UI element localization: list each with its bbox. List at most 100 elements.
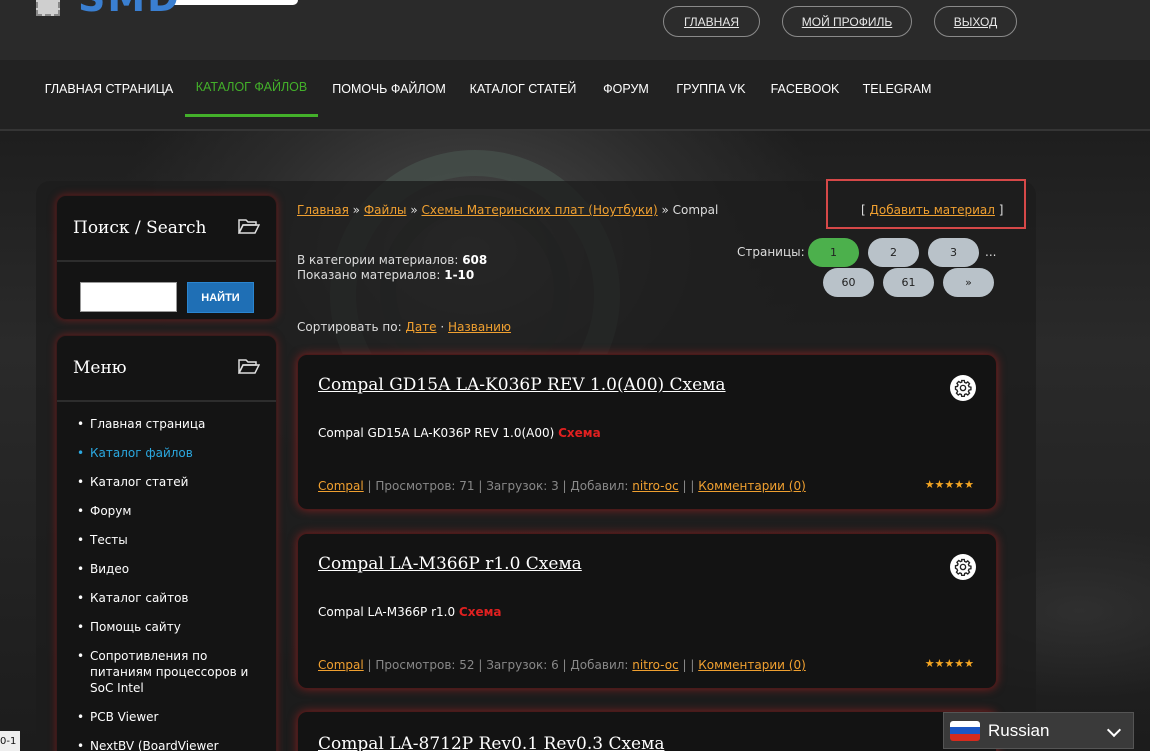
nav-item-articles[interactable]: КАТАЛОГ СТАТЕЙ bbox=[462, 60, 584, 117]
entry-category-link[interactable]: Compal bbox=[318, 479, 364, 493]
entry-comments-link[interactable]: Комментарии (0) bbox=[698, 658, 806, 672]
breadcrumb-separator: » bbox=[410, 203, 418, 217]
sort-label: Сортировать по: bbox=[297, 320, 402, 334]
profile-button[interactable]: МОЙ ПРОФИЛЬ bbox=[782, 6, 912, 37]
add-material: [ Добавить материал ] bbox=[861, 203, 1003, 217]
search-button[interactable]: НАЙТИ bbox=[187, 282, 254, 313]
logo-text: SMD bbox=[78, 0, 181, 20]
file-entry: Compal LA-8712P Rev0.1 Rev0.3 Схема bbox=[297, 711, 997, 751]
menu-item-forum[interactable]: Форум bbox=[77, 503, 262, 519]
entry-description: Compal LA-M366P r1.0 Схема bbox=[318, 605, 502, 619]
entry-meta: Compal | Просмотров: 52 | Загрузок: 6 | … bbox=[318, 658, 806, 672]
chevron-down-icon bbox=[1106, 722, 1122, 738]
breadcrumb-separator: » bbox=[661, 203, 669, 217]
page-60-button[interactable]: 60 bbox=[823, 268, 874, 297]
flag-stripe-blue bbox=[950, 727, 980, 734]
menu-item-articles[interactable]: Каталог статей bbox=[77, 474, 262, 490]
entry-category-link[interactable]: Compal bbox=[318, 658, 364, 672]
entry-title[interactable]: Compal LA-8712P Rev0.1 Rev0.3 Схема bbox=[318, 734, 664, 751]
pager-ellipsis: ... bbox=[985, 245, 997, 259]
chip-icon bbox=[36, 0, 60, 16]
flag-stripe-white bbox=[950, 720, 980, 728]
search-block: Поиск / Search НАЙТИ bbox=[56, 195, 277, 320]
menu-item-files[interactable]: Каталог файлов bbox=[77, 445, 262, 461]
rating-stars: ★★★★★ bbox=[924, 478, 974, 491]
entry-desc-text: Compal GD15A LA-K036P REV 1.0(A00) bbox=[318, 426, 555, 440]
entry-added-label: Добавил: bbox=[570, 658, 629, 672]
category-count: 608 bbox=[462, 253, 488, 267]
category-stats: В категории материалов: 608 Показано мат… bbox=[297, 253, 487, 283]
entry-meta: Compal | Просмотров: 71 | Загрузок: 3 | … bbox=[318, 479, 806, 493]
page-3-button[interactable]: 3 bbox=[928, 238, 979, 267]
entry-added-label: Добавил: bbox=[570, 479, 629, 493]
rating-stars: ★★★★★ bbox=[924, 657, 974, 670]
breadcrumb-current: Compal bbox=[672, 203, 719, 217]
sort-by-date[interactable]: Дате bbox=[405, 320, 436, 334]
menu-item-video[interactable]: Видео bbox=[77, 561, 262, 577]
entry-comments-link[interactable]: Комментарии (0) bbox=[698, 479, 806, 493]
menu-item-help-site[interactable]: Помощь сайту bbox=[77, 619, 262, 635]
search-input[interactable] bbox=[80, 282, 177, 312]
sort-options: Сортировать по: Дате · Названию bbox=[297, 320, 511, 334]
search-block-title: Поиск / Search bbox=[73, 218, 207, 238]
entry-desc-tag: Схема bbox=[558, 426, 601, 440]
menu-item-sites[interactable]: Каталог сайтов bbox=[77, 590, 262, 606]
nav-item-files[interactable]: КАТАЛОГ ФАЙЛОВ bbox=[185, 60, 318, 117]
site-logo[interactable]: SMD bbox=[36, 0, 179, 28]
breadcrumb-category[interactable]: Схемы Материнских плат (Ноутбуки) bbox=[421, 203, 657, 217]
pager-label: Страницы: bbox=[737, 245, 805, 259]
entry-desc-text: Compal LA-M366P r1.0 bbox=[318, 605, 456, 619]
entry-title[interactable]: Compal GD15A LA-K036P REV 1.0(A00) Схема bbox=[318, 375, 726, 395]
language-label: Russian bbox=[988, 720, 1050, 740]
entry-author-link[interactable]: nitro-oc bbox=[632, 479, 678, 493]
entry-downloads: Загрузок: 3 bbox=[486, 479, 559, 493]
add-material-link[interactable]: Добавить материал bbox=[870, 203, 995, 217]
corner-badge: 0-1 bbox=[0, 731, 20, 751]
gear-icon[interactable] bbox=[950, 554, 976, 580]
breadcrumb-separator: » bbox=[352, 203, 361, 217]
bracket-close: ] bbox=[998, 203, 1004, 217]
entry-desc-tag: Схема bbox=[458, 605, 502, 619]
breadcrumb-files[interactable]: Файлы bbox=[364, 203, 407, 217]
breadcrumb-home[interactable]: Главная bbox=[297, 203, 349, 217]
shown-range: 1-10 bbox=[444, 268, 475, 282]
menu-item-nextbv[interactable]: NextBV (BoardViewer bbox=[77, 738, 262, 751]
entry-title[interactable]: Compal LA-M366P r1.0 Схема bbox=[318, 554, 582, 574]
file-entry: Compal GD15A LA-K036P REV 1.0(A00) Схема… bbox=[297, 354, 997, 510]
nav-item-home[interactable]: ГЛАВНАЯ СТРАНИЦА bbox=[40, 60, 178, 117]
address-bar-fragment bbox=[170, 0, 298, 5]
sort-separator: · bbox=[440, 320, 445, 334]
language-selector[interactable]: Russian bbox=[943, 712, 1134, 749]
page-1-button[interactable]: 1 bbox=[808, 238, 859, 267]
page-next-button[interactable]: » bbox=[943, 268, 994, 297]
menu-item-pcb-viewer[interactable]: PCB Viewer bbox=[77, 709, 262, 725]
entry-downloads: Загрузок: 6 bbox=[486, 658, 559, 672]
nav-item-telegram[interactable]: TELEGRAM bbox=[858, 60, 936, 117]
logout-button[interactable]: ВЫХОД bbox=[934, 6, 1017, 37]
russia-flag-icon bbox=[950, 720, 980, 741]
nav-item-forum[interactable]: ФОРУМ bbox=[596, 60, 656, 117]
flag-stripe-red bbox=[950, 733, 980, 741]
menu-list: Главная страница Каталог файлов Каталог … bbox=[77, 416, 262, 751]
nav-item-facebook[interactable]: FACEBOOK bbox=[766, 60, 844, 117]
menu-item-home[interactable]: Главная страница bbox=[77, 416, 262, 432]
bracket-open: [ bbox=[861, 203, 866, 217]
menu-item-tests[interactable]: Тесты bbox=[77, 532, 262, 548]
entry-views: Просмотров: 52 bbox=[375, 658, 475, 672]
folder-open-icon bbox=[238, 359, 260, 374]
menu-block-title: Меню bbox=[73, 358, 127, 378]
page-61-button[interactable]: 61 bbox=[883, 268, 934, 297]
sort-by-name[interactable]: Названию bbox=[448, 320, 511, 334]
nav-item-help-file[interactable]: ПОМОЧЬ ФАЙЛОМ bbox=[328, 60, 450, 117]
top-bar: SMD ГЛАВНАЯ МОЙ ПРОФИЛЬ ВЫХОД bbox=[0, 0, 1150, 60]
entry-description: Compal GD15A LA-K036P REV 1.0(A00) Схема bbox=[318, 426, 601, 440]
entry-author-link[interactable]: nitro-oc bbox=[632, 658, 678, 672]
divider bbox=[57, 260, 276, 262]
home-button[interactable]: ГЛАВНАЯ bbox=[663, 6, 760, 37]
nav-item-vk[interactable]: ГРУППА VK bbox=[670, 60, 752, 117]
menu-item-resistances[interactable]: Сопротивления по питаниям процессоров и … bbox=[77, 648, 262, 696]
page-2-button[interactable]: 2 bbox=[868, 238, 919, 267]
folder-open-icon bbox=[238, 219, 260, 234]
file-entry: Compal LA-M366P r1.0 Схема Compal LA-M36… bbox=[297, 533, 997, 689]
gear-icon[interactable] bbox=[950, 375, 976, 401]
